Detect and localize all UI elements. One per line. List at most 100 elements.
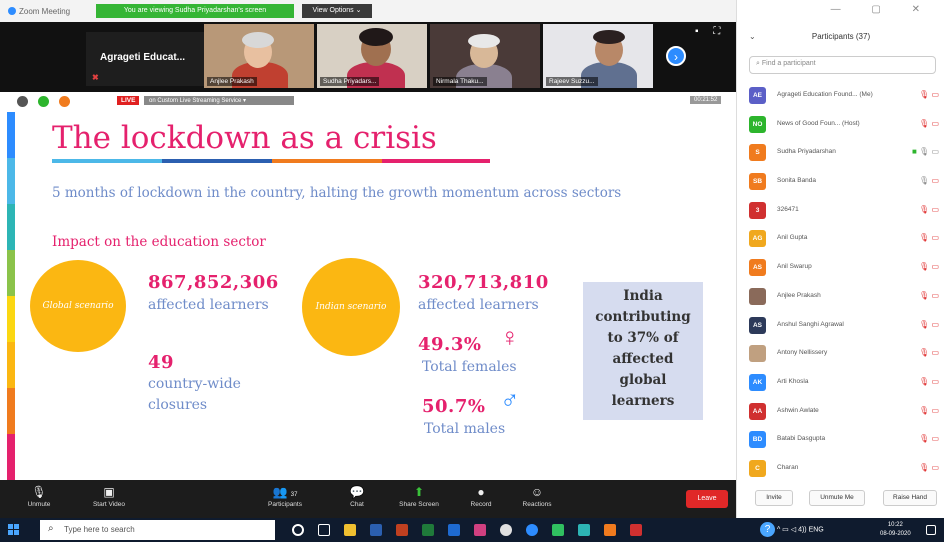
participant-name: 326471 [777,205,799,213]
shared-screen-slide: The lockdown as a crisis 5 months of loc… [0,112,736,480]
start-video-button[interactable]: ▣ Start Video [86,483,132,508]
excel-icon[interactable] [422,524,434,536]
participant-row[interactable]: AK Arti Khosla 🎙 ▭ [737,369,944,398]
meeting-toolbar: 🎙 Unmute ▣ Start Video 👥 37 Participants… [0,480,736,518]
muted-mic-icon: 🎙 [31,485,47,499]
chrome-icon[interactable] [552,524,564,536]
taskbar-clock[interactable]: 10:22 08-09-2020 [880,521,911,539]
app-icon[interactable] [604,524,616,536]
video-off-icon: ▭ [931,118,939,128]
avatar: AE [749,87,766,104]
photos-icon[interactable] [474,524,486,536]
windows-start-icon[interactable] [8,524,20,536]
screen-share-icon: ■ [911,147,917,157]
record-button[interactable]: ● Record [458,483,504,508]
video-tile[interactable]: Nirmala Thaku... [430,24,540,88]
participant-status-icons: 🎙 ▭ [919,291,939,300]
zoom-taskbar-icon[interactable] [448,524,460,536]
participants-icon: 👥 37 [272,485,298,499]
leave-button[interactable]: Leave [686,490,728,508]
participant-status-icons: 🎙 ▭ [919,90,939,99]
record-icon[interactable] [59,96,70,107]
system-tray[interactable]: ? ^ ▭ ◁ 4)) ENG [760,522,824,537]
window-controls[interactable]: — ▢ ✕ [737,0,944,22]
male-percentage: 50.7% [422,396,486,417]
unmute-button[interactable]: 🎙 Unmute [16,483,62,508]
video-off-icon: ▭ [931,204,939,214]
participant-row[interactable]: Antony Nellissery 🎙 ▭ [737,340,944,369]
participant-search-input[interactable]: ⌕ Find a participant [749,56,936,74]
host-name-tile[interactable]: Agrageti Educat... ✖ [86,32,204,86]
mic-on-icon: 🎙 [919,176,930,186]
video-off-icon: ▭ [931,90,939,99]
view-options-button[interactable]: View Options ⌄ [302,4,372,18]
participant-row[interactable]: AS Anil Swarup 🎙 ▭ [737,254,944,283]
reactions-button[interactable]: ☺ Reactions [514,483,560,508]
tile-label: Rajeev Suzzu... [546,77,598,86]
participant-row[interactable]: AE Agrageti Education Found... (Me) 🎙 ▭ [737,82,944,111]
muted-mic-icon: 🎙 [919,376,930,386]
gallery-view-icon[interactable]: ▪ ⛶ [695,26,726,37]
tile-label: Anjlee Prakash [207,77,257,86]
participant-row[interactable]: S Sudha Priyadarshan ■ 🎙 ▭ [737,139,944,168]
edge-icon[interactable] [526,524,538,536]
word-icon[interactable] [370,524,382,536]
share-screen-button[interactable]: ⬆ Share Screen [396,483,442,508]
avatar: 3 [749,201,766,219]
task-view-icon[interactable] [318,524,330,536]
tile-label: Sudha Priyadars... [320,77,380,86]
chat-button[interactable]: 💬 Chat [334,483,380,508]
participant-status-icons: 🎙 ▭ [919,262,939,271]
cortana-icon[interactable] [292,524,304,536]
participant-row[interactable]: AS Anshul Sanghi Agrawal 🎙 ▭ [737,312,944,341]
app-icon[interactable] [630,524,642,536]
participant-row[interactable]: AA Ashwin Awlate 🎙 ▭ [737,398,944,427]
muted-mic-icon: 🎙 [919,233,930,243]
shield-icon[interactable] [38,96,49,107]
video-tile[interactable]: Rajeev Suzzu... [543,24,653,88]
participant-name: Anil Gupta [777,234,808,242]
security-icon[interactable] [17,96,28,107]
panel-footer: Invite Unmute Me Raise Hand [737,486,944,508]
live-badge[interactable]: LIVE [117,96,140,105]
india-learners-label: affected learners [418,297,539,313]
powerpoint-icon[interactable] [396,524,408,536]
live-stream-dropdown[interactable]: on Custom Live Streaming Service ▾ [144,96,294,105]
participant-status-icons: 🎙 ▭ [919,377,939,386]
mic-on-icon: 🎙 [919,147,930,157]
video-off-icon: ▭ [931,233,939,243]
participant-row[interactable]: AG Anil Gupta 🎙 ▭ [737,225,944,254]
video-tile[interactable]: Anjlee Prakash [204,24,314,88]
participant-status-icons: 🎙 ▭ [919,233,939,242]
participant-name: Arti Khosla [777,377,809,385]
participants-button[interactable]: 👥 37 Participants [262,483,308,508]
participant-status-icons: 🎙 ▭ [919,348,939,357]
video-off-icon: ▭ [931,376,939,386]
app-icon[interactable] [578,524,590,536]
live-stream-bar: LIVE on Custom Live Streaming Service ▾ … [0,92,736,112]
video-tile[interactable]: Sudha Priyadars... [317,24,427,88]
participant-row[interactable]: NO News of Good Foun... (Host) 🎙 ▭ [737,111,944,140]
closures-label-line-1: country-wide [148,376,241,392]
app-icon[interactable] [500,524,512,536]
video-on-icon: ▭ [931,147,939,157]
raise-hand-button[interactable]: Raise Hand [883,490,937,506]
participant-row[interactable]: BD Batabi Dasgupta 🎙 ▭ [737,426,944,455]
help-icon[interactable]: ? [760,522,775,537]
next-page-button[interactable]: › [666,46,686,66]
tile-label: Nirmala Thaku... [433,77,487,86]
invite-button[interactable]: Invite [755,490,793,506]
participant-row[interactable]: C Charan 🎙 ▭ [737,455,944,484]
participant-row[interactable]: Anjlee Prakash 🎙 ▭ [737,283,944,312]
participant-row[interactable]: 3 326471 🎙 ▭ [737,197,944,226]
avatar [749,287,766,305]
participant-row[interactable]: SB Sonita Banda 🎙 ▭ [737,168,944,197]
video-off-icon: ▭ [931,405,939,415]
unmute-me-button[interactable]: Unmute Me [809,490,865,506]
participant-name: Batabi Dasgupta [777,435,826,443]
muted-mic-icon: 🎙 [919,204,930,214]
male-label: Total males [424,421,506,437]
taskbar-search-input[interactable]: ⌕ Type here to search [40,520,275,540]
file-explorer-icon[interactable] [344,524,356,536]
notifications-icon[interactable] [926,525,936,535]
